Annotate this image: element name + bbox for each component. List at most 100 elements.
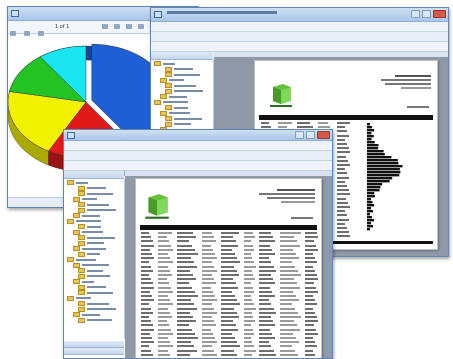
search-icon[interactable] bbox=[102, 24, 108, 29]
tree-node[interactable] bbox=[64, 273, 124, 279]
table-cell bbox=[141, 349, 152, 352]
table-cell bbox=[305, 269, 315, 272]
table-cell bbox=[244, 232, 254, 234]
tree-node[interactable] bbox=[64, 268, 124, 273]
tree-node[interactable] bbox=[64, 246, 124, 251]
histogram-bar bbox=[367, 204, 375, 207]
tree-node[interactable] bbox=[151, 94, 213, 99]
histogram-bar bbox=[367, 207, 372, 210]
tree-node-label bbox=[87, 319, 112, 321]
tree-node[interactable] bbox=[64, 251, 124, 257]
tree-node[interactable] bbox=[64, 218, 124, 224]
tree-node[interactable] bbox=[64, 284, 124, 290]
table-cell bbox=[221, 303, 241, 306]
folder-icon bbox=[73, 246, 80, 251]
table-cell bbox=[305, 328, 316, 331]
histogram-bar bbox=[367, 192, 375, 195]
tree-node[interactable] bbox=[64, 279, 124, 284]
table-cell bbox=[158, 240, 169, 243]
table-cell bbox=[259, 295, 275, 297]
tree-node[interactable] bbox=[64, 257, 124, 262]
table-cell bbox=[177, 349, 198, 352]
folder-icon bbox=[78, 224, 85, 229]
table-cell bbox=[141, 316, 149, 318]
table-header-bar bbox=[140, 225, 317, 230]
tree-node[interactable] bbox=[64, 224, 124, 229]
tree-node[interactable] bbox=[151, 88, 213, 94]
table-cell bbox=[244, 240, 252, 243]
minimize-button[interactable] bbox=[411, 10, 420, 18]
table-cell bbox=[244, 332, 255, 335]
close-button[interactable] bbox=[433, 10, 446, 18]
tree-node[interactable] bbox=[64, 185, 124, 191]
tree-footer-tab[interactable] bbox=[64, 341, 124, 348]
zoom-icon[interactable] bbox=[114, 24, 120, 29]
window-controls bbox=[411, 10, 446, 18]
tree-node[interactable] bbox=[64, 180, 124, 185]
tree-node[interactable] bbox=[64, 235, 124, 240]
tree-node[interactable] bbox=[64, 191, 124, 196]
tree-node[interactable] bbox=[64, 207, 124, 213]
table-cell bbox=[280, 278, 295, 281]
tree-node[interactable] bbox=[151, 66, 213, 72]
table-cell bbox=[280, 353, 299, 356]
table-cell bbox=[280, 236, 295, 239]
tree-node[interactable] bbox=[64, 262, 124, 268]
table-cell bbox=[177, 295, 199, 297]
tree-node[interactable] bbox=[151, 99, 213, 105]
table-cell bbox=[158, 257, 171, 260]
table-cell bbox=[141, 278, 151, 281]
table-cell bbox=[141, 274, 149, 276]
tree-node[interactable] bbox=[151, 61, 213, 66]
table-cell bbox=[280, 244, 301, 247]
maximize-button[interactable] bbox=[306, 131, 315, 139]
tree-node[interactable] bbox=[64, 240, 124, 246]
tree-node[interactable] bbox=[151, 72, 213, 77]
tree-node[interactable] bbox=[64, 317, 124, 323]
table-row bbox=[141, 282, 317, 285]
tree-node[interactable] bbox=[64, 202, 124, 207]
folder-icon bbox=[67, 257, 74, 262]
table-cell bbox=[280, 253, 297, 255]
table-cell bbox=[244, 290, 255, 293]
table-row bbox=[141, 248, 318, 251]
table-cell bbox=[177, 257, 192, 260]
tree-node[interactable] bbox=[64, 290, 124, 295]
table-cell bbox=[244, 349, 256, 352]
tree-node[interactable] bbox=[151, 105, 213, 110]
tree-node[interactable] bbox=[64, 295, 124, 301]
tree-node[interactable] bbox=[64, 229, 124, 235]
tree-node[interactable] bbox=[64, 306, 124, 312]
table-cell bbox=[202, 324, 216, 327]
tree-node[interactable] bbox=[151, 110, 213, 116]
tree-node-label bbox=[174, 73, 200, 76]
tree-node-label bbox=[174, 117, 202, 120]
table-cell bbox=[337, 180, 345, 183]
table-cell bbox=[244, 320, 255, 323]
table-cell bbox=[177, 316, 194, 318]
tree-node[interactable] bbox=[64, 213, 124, 218]
tree-node-label bbox=[87, 225, 101, 228]
table-cell bbox=[177, 341, 192, 344]
tree-node[interactable] bbox=[64, 301, 124, 306]
tree-node[interactable] bbox=[64, 196, 124, 202]
maximize-button[interactable] bbox=[422, 10, 431, 18]
close-button[interactable] bbox=[317, 131, 330, 139]
title-bar[interactable] bbox=[151, 8, 448, 22]
print-icon[interactable] bbox=[126, 24, 132, 29]
tree-node[interactable] bbox=[151, 121, 213, 127]
title-bar[interactable] bbox=[64, 130, 332, 141]
table-cell bbox=[202, 261, 213, 264]
minimize-button[interactable] bbox=[295, 131, 304, 139]
tree-node[interactable] bbox=[151, 116, 213, 121]
table-cell bbox=[221, 299, 238, 302]
tree-node[interactable] bbox=[64, 312, 124, 317]
export-icon[interactable] bbox=[138, 24, 144, 29]
tree-node[interactable] bbox=[151, 77, 213, 83]
tree-node[interactable] bbox=[151, 83, 213, 88]
tree-footer-tab[interactable] bbox=[64, 348, 124, 355]
window-controls bbox=[295, 131, 330, 139]
table-cell bbox=[244, 248, 255, 251]
table-cell bbox=[158, 324, 169, 327]
table-cell bbox=[158, 328, 172, 331]
